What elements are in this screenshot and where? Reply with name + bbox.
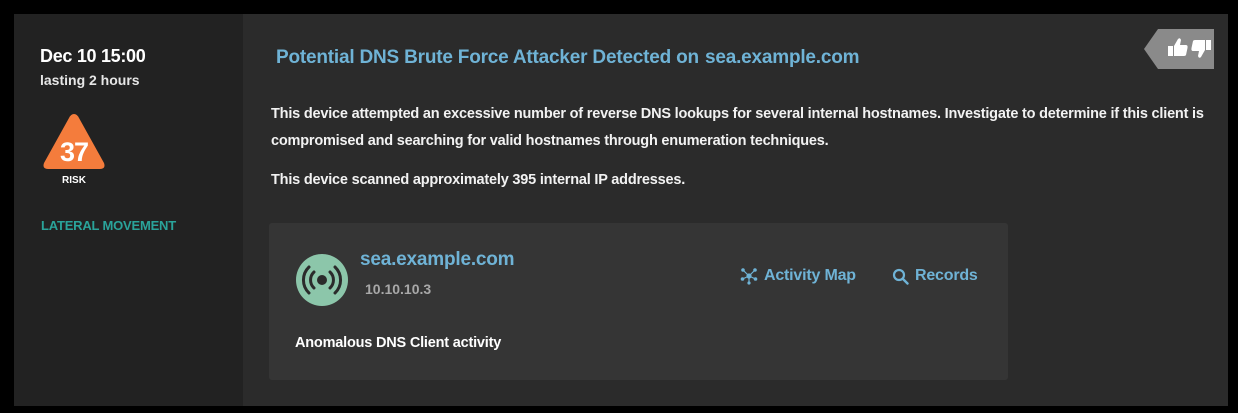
feedback-tag <box>1144 29 1214 69</box>
detection-scan-note: This device scanned approximately 395 in… <box>271 172 686 188</box>
search-icon <box>892 268 909 285</box>
risk-badge: 37 RISK <box>41 111 107 189</box>
detection-title[interactable]: Potential DNS Brute Force Attacker Detec… <box>276 47 860 69</box>
thumbs-up-button[interactable] <box>1166 35 1190 61</box>
device-name-link[interactable]: sea.example.com <box>360 249 515 271</box>
device-ip: 10.10.10.3 <box>365 281 432 297</box>
detection-category[interactable]: LATERAL MOVEMENT <box>41 218 176 233</box>
detection-card: Dec 10 15:00 lasting 2 hours 37 RISK LAT… <box>14 14 1228 406</box>
device-card: sea.example.com 10.10.10.3 Activity Map <box>269 223 1008 380</box>
network-map-icon <box>740 268 758 285</box>
dns-client-icon <box>296 254 348 306</box>
thumbs-down-icon <box>1191 40 1211 58</box>
thumbs-down-button[interactable] <box>1189 35 1213 61</box>
detection-duration: lasting 2 hours <box>40 72 140 88</box>
thumbs-up-icon <box>1168 38 1188 56</box>
records-label: Records <box>915 267 978 284</box>
records-link[interactable]: Records <box>892 267 978 285</box>
detection-content: Potential DNS Brute Force Attacker Detec… <box>243 14 1228 406</box>
activity-map-link[interactable]: Activity Map <box>740 267 856 285</box>
detection-title-host[interactable]: sea.example.com <box>705 47 860 68</box>
device-activity: Anomalous DNS Client activity <box>295 335 502 351</box>
detection-date: Dec 10 15:00 <box>40 46 146 66</box>
risk-score: 37 <box>59 137 89 167</box>
detection-description: This device attempted an excessive numbe… <box>271 106 1204 149</box>
activity-map-label: Activity Map <box>764 267 856 284</box>
risk-label: RISK <box>62 175 86 186</box>
detection-title-text: Potential DNS Brute Force Attacker Detec… <box>276 47 699 68</box>
detection-sidebar: Dec 10 15:00 lasting 2 hours 37 RISK LAT… <box>14 14 243 406</box>
